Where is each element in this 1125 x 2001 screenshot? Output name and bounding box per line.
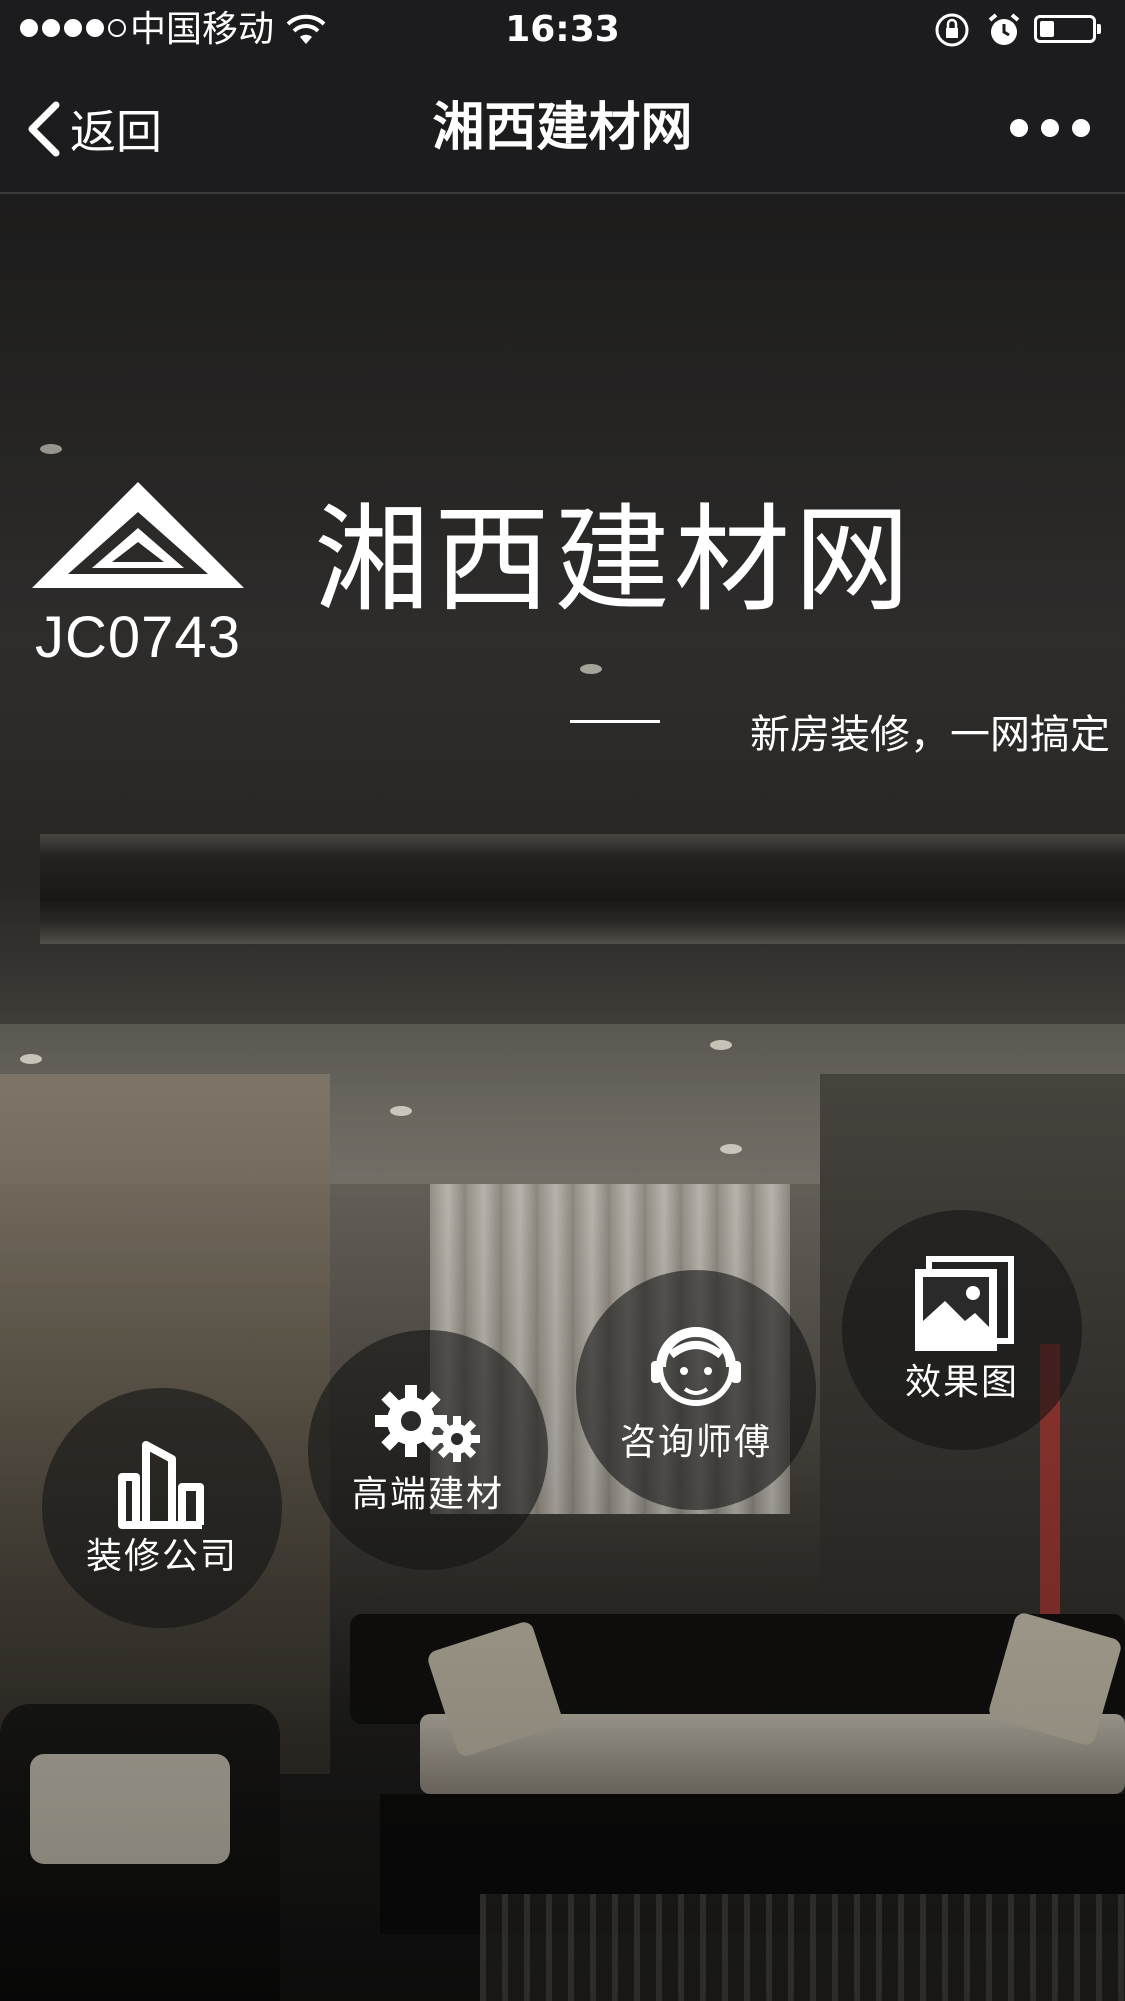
headset-face-icon [651, 1327, 741, 1406]
gears-icon [375, 1385, 480, 1462]
hero-background-image [0, 194, 1125, 2001]
more-dot-icon [1072, 119, 1090, 137]
tagline-divider [570, 720, 660, 723]
renderings-label: 效果图 [904, 1362, 1019, 1403]
rotation-lock-icon [935, 13, 969, 47]
consultant-button[interactable]: 咨询师傅 [576, 1270, 816, 1510]
more-dot-icon [1041, 119, 1059, 137]
premium-materials-label: 高端建材 [351, 1474, 504, 1515]
consultant-label: 咨询师傅 [619, 1422, 772, 1463]
page-title: 湘西建材网 [432, 98, 693, 158]
picture-icon [915, 1256, 1014, 1351]
nav-bar: 返回 湘西建材网 [0, 64, 1125, 194]
more-options-button[interactable] [1010, 110, 1090, 146]
decor-company-button[interactable]: 装修公司 [42, 1388, 282, 1628]
more-dot-icon [1010, 119, 1028, 137]
image-overlay [0, 194, 1125, 2001]
decor-company-label: 装修公司 [85, 1536, 238, 1577]
alarm-icon [988, 13, 1020, 45]
tagline: 新房装修，一网搞定 [750, 712, 1110, 758]
brand-logo: JC0743 [26, 476, 250, 686]
premium-materials-button[interactable]: 高端建材 [308, 1330, 548, 1570]
app-screen: 中国移动 16:33 返回 湘西建材网 JC0743 湘西建材网 新房装修，一网… [0, 0, 1125, 2001]
triangle-logo-icon [32, 482, 244, 588]
logo-code: JC0743 [35, 605, 241, 670]
renderings-button[interactable]: 效果图 [842, 1210, 1082, 1450]
buildings-icon [118, 1441, 204, 1529]
status-bar: 中国移动 16:33 [0, 0, 1125, 64]
brand-title: 湘西建材网 [314, 493, 914, 628]
battery-icon [1034, 15, 1101, 43]
